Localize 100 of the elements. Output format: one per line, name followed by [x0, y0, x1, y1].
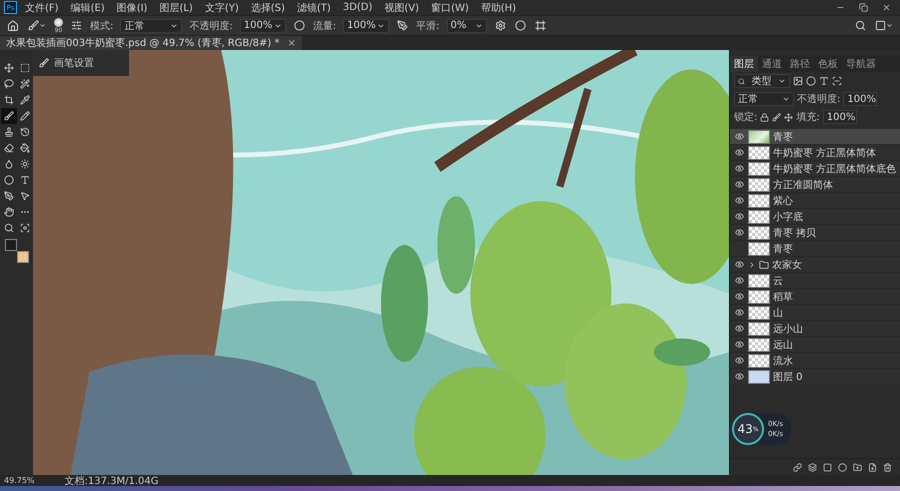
layer-row[interactable]: 云: [730, 273, 900, 289]
opacity-field[interactable]: 100%: [240, 18, 286, 32]
layer-row[interactable]: 远小山: [730, 321, 900, 337]
layer-style-icon[interactable]: [808, 462, 817, 472]
layer-row[interactable]: 青枣 拷贝: [730, 225, 900, 241]
smoothing-field[interactable]: 0%: [446, 18, 486, 32]
eye-icon[interactable]: [733, 306, 745, 318]
menu-item[interactable]: 窗口(W): [427, 0, 473, 14]
eye-icon[interactable]: [733, 194, 745, 206]
close-icon: [882, 3, 891, 12]
layer-row[interactable]: 流水: [730, 353, 900, 369]
layer-row[interactable]: 远山: [730, 337, 900, 353]
pressure-size-button[interactable]: [514, 19, 526, 32]
flow-field[interactable]: 100%: [343, 18, 390, 32]
pencil-icon: [20, 111, 30, 121]
layer-name: 紫心: [773, 194, 793, 208]
eye-icon[interactable]: [733, 370, 745, 382]
layer-thumbnail: [748, 370, 770, 384]
menu-item[interactable]: 滤镜(T): [292, 0, 335, 14]
document-tab[interactable]: 水果包装插画003牛奶蜜枣.psd @ 49.7% (青枣, RGB/8#) * ×: [0, 36, 302, 50]
home-button[interactable]: [6, 18, 20, 32]
airbrush-button[interactable]: [396, 19, 410, 32]
menu-item[interactable]: 3D(D): [338, 0, 376, 14]
restore-icon: [859, 3, 868, 12]
blend-mode-dropdown[interactable]: 正常: [734, 92, 794, 106]
pressure-opacity-button[interactable]: [292, 19, 306, 32]
eye-icon[interactable]: [733, 274, 745, 286]
menu-item[interactable]: 图像(I): [112, 0, 152, 14]
brush-icon: [28, 20, 39, 31]
hand-icon: [4, 207, 14, 217]
shape-filter-icon[interactable]: [832, 76, 842, 86]
layer-row[interactable]: 青枣: [730, 241, 900, 257]
brush-tool[interactable]: [0, 108, 16, 124]
eye-icon[interactable]: [733, 258, 745, 270]
eye-icon[interactable]: [733, 322, 745, 334]
menu-item[interactable]: 文件(F): [21, 0, 63, 14]
panel-tab[interactable]: 图层: [730, 56, 758, 72]
lock-icon[interactable]: [760, 112, 770, 122]
eye-icon[interactable]: [733, 226, 745, 238]
link-icon[interactable]: [793, 462, 802, 472]
smoothing-label: 平滑:: [416, 20, 440, 32]
filter-dropdown[interactable]: 类型: [734, 74, 790, 88]
settings-button[interactable]: [494, 19, 506, 32]
menu-item[interactable]: 视图(V): [380, 0, 424, 14]
fill-field[interactable]: 100%: [822, 110, 857, 124]
symmetry-button[interactable]: [534, 19, 546, 32]
eye-icon[interactable]: [733, 178, 745, 190]
menu-item[interactable]: 选择(S): [246, 0, 289, 14]
new-layer-icon[interactable]: [868, 462, 877, 472]
layer-row[interactable]: 稻草: [730, 289, 900, 305]
layer-row[interactable]: 农家女: [730, 257, 900, 273]
eye-icon[interactable]: [733, 210, 745, 222]
eye-icon[interactable]: [733, 354, 745, 366]
workspace-button[interactable]: [874, 19, 894, 32]
search-button[interactable]: [854, 19, 867, 32]
pen-icon: [397, 20, 408, 31]
eye-icon[interactable]: [733, 290, 745, 302]
panel-tab[interactable]: 导航器: [842, 56, 880, 72]
layer-opacity-field[interactable]: 100%: [843, 92, 878, 106]
frame-icon: [534, 20, 546, 31]
menu-item[interactable]: 文字(Y): [200, 0, 243, 14]
move-icon: [4, 63, 14, 73]
adjustment-icon[interactable]: [838, 462, 847, 472]
mask-icon[interactable]: [823, 462, 832, 472]
layer-row[interactable]: 方正准圆简体: [730, 177, 900, 193]
eye-icon[interactable]: [733, 162, 745, 174]
pen-icon: [4, 191, 14, 201]
background-color-swatch[interactable]: [16, 251, 28, 263]
lasso-icon: [4, 79, 14, 89]
image-filter-icon[interactable]: [793, 76, 803, 86]
mode-dropdown[interactable]: 正常: [120, 18, 182, 32]
layer-row[interactable]: 紫心: [730, 193, 900, 209]
delete-icon[interactable]: [883, 462, 892, 472]
eye-icon[interactable]: [733, 146, 745, 158]
layer-row[interactable]: 牛奶蜜枣 方正黑体简体: [730, 145, 900, 161]
layer-row[interactable]: 山: [730, 305, 900, 321]
chevron-icon[interactable]: [748, 260, 756, 268]
panel-tab[interactable]: 通道: [758, 56, 786, 72]
panel-tab[interactable]: 色板: [814, 56, 842, 72]
layer-thumbnail: [748, 290, 770, 304]
brush-settings-button[interactable]: [70, 19, 83, 32]
move-lock-icon[interactable]: [784, 112, 794, 122]
layer-row[interactable]: 图层 0: [730, 369, 900, 385]
brush-preset-button[interactable]: [27, 19, 47, 32]
layer-row[interactable]: 青枣: [730, 129, 900, 145]
panel-tab[interactable]: 路径: [786, 56, 814, 72]
layer-name: 牛奶蜜枣 方正黑体简体底色: [773, 162, 896, 176]
type-filter-icon[interactable]: [819, 76, 829, 86]
lock-label: 锁定:: [734, 110, 758, 124]
layer-row[interactable]: 小字底: [730, 209, 900, 225]
menu-item[interactable]: 图层(L): [155, 0, 197, 14]
brush-lock-icon[interactable]: [772, 112, 782, 122]
eye-icon[interactable]: [733, 338, 745, 350]
layer-row[interactable]: 牛奶蜜枣 方正黑体简体底色: [730, 161, 900, 177]
foreground-color-swatch[interactable]: [4, 239, 16, 251]
menu-item[interactable]: 编辑(E): [66, 0, 109, 14]
menu-item[interactable]: 帮助(H): [476, 0, 520, 14]
new-group-icon[interactable]: [853, 462, 862, 472]
eye-icon[interactable]: [733, 130, 745, 142]
adjustment-filter-icon[interactable]: [806, 76, 816, 86]
